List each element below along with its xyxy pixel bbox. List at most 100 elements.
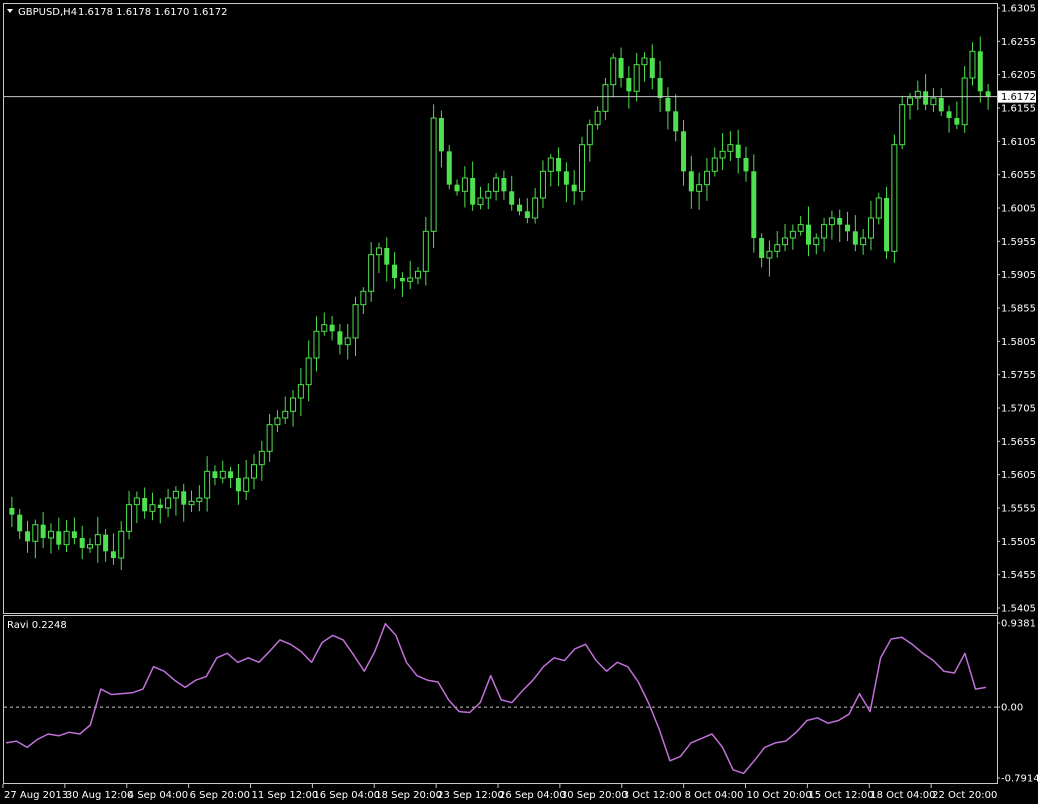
candle-body-up — [266, 424, 273, 452]
candle — [837, 209, 843, 242]
candle — [828, 210, 835, 240]
time-tick-label: 15 Oct 12:00 — [808, 790, 873, 801]
candle-body-up — [610, 57, 617, 86]
candle-body-down — [470, 178, 476, 205]
candle — [774, 231, 781, 258]
candle — [673, 94, 679, 142]
time-tick-label: 4 Sep 04:00 — [128, 790, 188, 801]
candle — [87, 538, 93, 553]
candle-body-up — [532, 197, 539, 219]
candle — [172, 486, 179, 516]
time-tick-label: 18 Sep 20:00 — [375, 790, 442, 801]
candle-body-up — [251, 464, 257, 479]
candle — [415, 266, 421, 285]
candle — [547, 153, 554, 187]
candle — [493, 173, 500, 201]
candle — [94, 516, 101, 563]
candle-body-up — [188, 500, 195, 506]
candle — [266, 414, 273, 462]
candle — [243, 459, 250, 501]
candle-body-down — [235, 478, 241, 492]
candle-body-down — [837, 218, 843, 225]
time-tick-label: 23 Sep 12:00 — [437, 790, 504, 801]
candle — [321, 312, 328, 336]
candle — [149, 492, 156, 521]
candle — [610, 53, 617, 98]
candlestick-series — [9, 36, 991, 571]
candle — [711, 147, 718, 177]
candle — [56, 517, 62, 550]
candle-body-down — [157, 504, 163, 508]
candle — [9, 496, 15, 527]
candle-body-up — [594, 110, 601, 126]
candle — [360, 287, 367, 314]
candle — [821, 217, 828, 252]
candle-body-down — [9, 508, 15, 515]
candle — [274, 410, 281, 433]
candle-body-up — [711, 157, 718, 172]
candle-body-down — [946, 111, 952, 118]
candle-body-up — [321, 324, 328, 332]
candle-body-up — [118, 530, 125, 559]
candle — [79, 525, 85, 560]
candle — [196, 485, 203, 512]
price-tick-label: 1.5555 — [1001, 504, 1036, 515]
candle-body-down — [56, 531, 62, 545]
candle-body-up — [930, 97, 937, 106]
chart-window[interactable]: GBPUSD,H4 1.6178 1.6178 1.6170 1.6172 1.… — [0, 0, 1038, 804]
candle — [63, 520, 70, 553]
candle-body-down — [938, 98, 944, 112]
candle-body-down — [805, 224, 811, 245]
candle-body-down — [759, 238, 765, 258]
candle — [407, 260, 414, 290]
chart-header: GBPUSD,H4 1.6178 1.6178 1.6170 1.6172 — [7, 7, 228, 18]
dropdown-arrow-icon[interactable] — [7, 9, 13, 13]
candle — [641, 52, 648, 82]
candle — [586, 119, 593, 162]
candle-body-down — [688, 171, 694, 192]
candle-body-up — [126, 504, 133, 532]
candle-body-up — [368, 254, 375, 292]
candle — [501, 170, 507, 200]
candle — [392, 252, 398, 289]
candle-body-down — [977, 51, 983, 92]
candle — [852, 215, 858, 252]
price-tick-label: 1.5755 — [1001, 370, 1036, 381]
candle — [329, 315, 335, 341]
candle — [594, 106, 601, 130]
candle — [954, 101, 960, 130]
candle — [539, 160, 546, 209]
price-tick-label: 1.5605 — [1001, 470, 1036, 481]
candle — [657, 60, 663, 112]
candle-body-up — [602, 84, 609, 112]
candle — [17, 508, 23, 539]
candle — [297, 368, 304, 417]
candle — [891, 134, 898, 263]
candle-body-down — [517, 204, 523, 212]
candle — [157, 498, 163, 524]
candle-body-down — [509, 191, 515, 205]
time-tick-label: 3 Oct 12:00 — [623, 790, 682, 801]
candle-body-down — [735, 144, 741, 158]
candle-body-down — [571, 184, 577, 192]
candle-body-down — [329, 324, 335, 332]
candle-body-down — [110, 551, 116, 558]
candle-body-down — [852, 231, 858, 245]
candle-body-down — [618, 58, 624, 78]
candle — [509, 175, 515, 211]
candle — [867, 200, 874, 251]
time-tick-label: 27 Aug 2013 — [4, 790, 68, 801]
candle — [782, 224, 789, 252]
candle — [797, 216, 804, 236]
candle — [305, 340, 312, 402]
candle — [805, 206, 811, 257]
candle — [930, 88, 937, 112]
candle-body-up — [633, 64, 640, 92]
candle — [969, 42, 976, 86]
time-tick-label: 16 Sep 04:00 — [313, 790, 380, 801]
price-tick-label: 1.5405 — [1001, 604, 1036, 615]
candle — [696, 172, 703, 210]
candle-body-up — [719, 150, 726, 159]
candle-body-up — [860, 237, 867, 246]
time-tick-label: 26 Sep 04:00 — [499, 790, 566, 801]
